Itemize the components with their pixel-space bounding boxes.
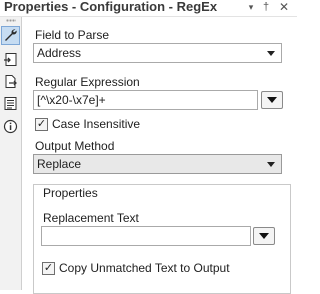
case-insensitive-checkbox[interactable]: ✓ bbox=[35, 118, 48, 131]
field-to-parse-select[interactable]: Address bbox=[33, 43, 282, 63]
document-arrow-icon bbox=[5, 75, 17, 88]
copy-unmatched-label: Copy Unmatched Text to Output bbox=[59, 261, 230, 275]
chevron-down-icon bbox=[267, 162, 275, 167]
close-icon[interactable]: ✕ bbox=[277, 0, 291, 14]
chevron-down-icon bbox=[259, 233, 269, 239]
configuration-tab-button[interactable] bbox=[1, 26, 20, 45]
properties-group-title: Properties bbox=[43, 186, 98, 200]
left-toolbar bbox=[0, 17, 22, 290]
replacement-text-label: Replacement Text bbox=[43, 211, 139, 225]
list-icon bbox=[4, 97, 17, 110]
info-tab-button[interactable] bbox=[1, 117, 20, 136]
output-method-value: Replace bbox=[37, 157, 82, 171]
pin-icon[interactable]: † bbox=[260, 0, 272, 14]
output-method-label: Output Method bbox=[35, 139, 115, 153]
regex-insert-dropdown-button[interactable] bbox=[261, 91, 283, 109]
regular-expression-input[interactable]: [^\x20-\x7e]+ bbox=[33, 90, 258, 110]
wrench-icon bbox=[5, 29, 17, 41]
window-title: Properties - Configuration - RegEx bbox=[4, 0, 218, 14]
copy-unmatched-checkbox[interactable]: ✓ bbox=[42, 262, 55, 275]
annotation-icon bbox=[4, 53, 17, 66]
replacement-text-input[interactable] bbox=[41, 226, 251, 246]
chevron-down-icon bbox=[267, 97, 277, 103]
regular-expression-label: Regular Expression bbox=[35, 75, 140, 89]
field-to-parse-value: Address bbox=[37, 46, 82, 60]
grip-handle bbox=[6, 19, 16, 22]
replacement-insert-dropdown-button[interactable] bbox=[253, 227, 275, 245]
layout-tab-button[interactable] bbox=[1, 72, 20, 91]
case-insensitive-label: Case Insensitive bbox=[52, 117, 141, 131]
output-method-select[interactable]: Replace bbox=[33, 154, 282, 174]
chevron-down-icon bbox=[267, 51, 275, 56]
field-to-parse-label: Field to Parse bbox=[35, 28, 110, 42]
meta-info-tab-button[interactable] bbox=[1, 94, 20, 113]
annotation-tab-button[interactable] bbox=[1, 50, 20, 69]
title-bar: Properties - Configuration - RegEx ▾ † ✕ bbox=[0, 0, 297, 17]
regular-expression-value: [^\x20-\x7e]+ bbox=[37, 93, 106, 107]
info-icon bbox=[3, 119, 18, 134]
chevron-down-icon[interactable]: ▾ bbox=[245, 1, 257, 13]
